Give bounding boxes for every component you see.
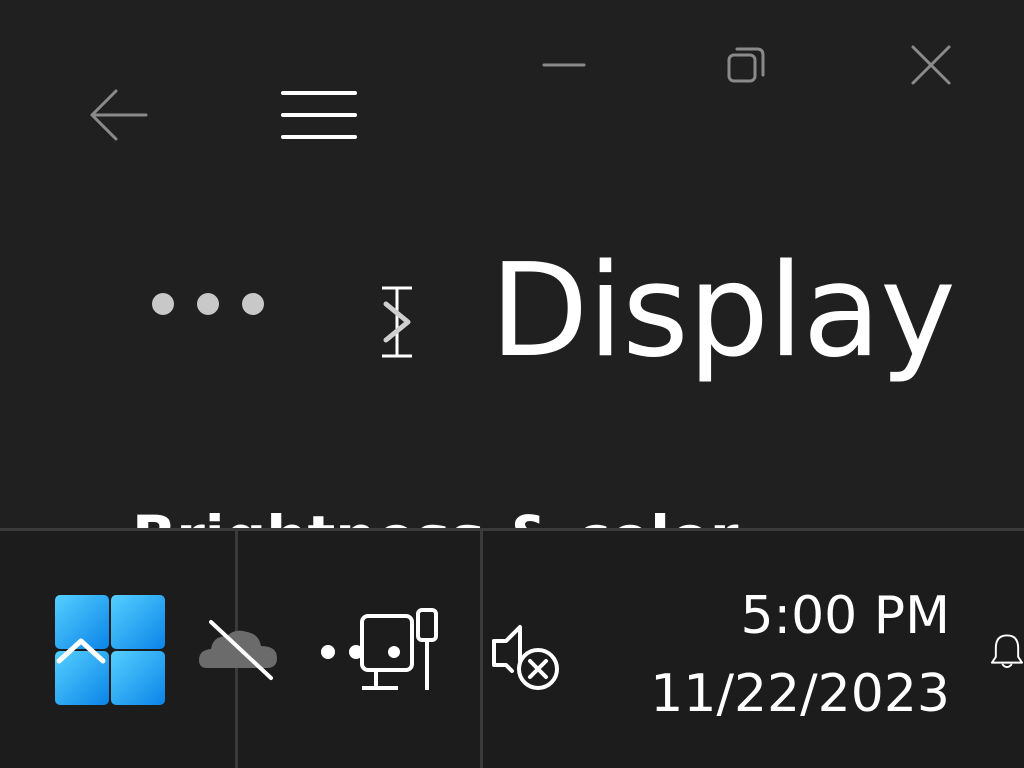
clock-time: 5:00 PM xyxy=(740,586,950,646)
start-button[interactable] xyxy=(46,587,174,713)
menu-button[interactable] xyxy=(274,70,364,160)
settings-window: Display Brightness & color xyxy=(0,0,1024,528)
network-tray-button[interactable] xyxy=(312,603,446,699)
restore-icon xyxy=(727,47,765,83)
text-cursor-icon xyxy=(382,286,412,358)
minimize-button[interactable] xyxy=(529,30,599,100)
volume-tray-button[interactable] xyxy=(486,615,566,695)
notifications-button[interactable] xyxy=(990,613,1024,689)
page-title: Display xyxy=(490,237,956,386)
onedrive-tray-button[interactable] xyxy=(194,613,286,685)
windows-start-icon xyxy=(55,595,165,705)
volume-muted-icon xyxy=(492,625,559,690)
clock-date: 11/22/2023 xyxy=(650,664,950,724)
close-icon xyxy=(911,45,951,85)
taskbar-clock[interactable]: 5:00 PM 11/22/2023 xyxy=(650,577,950,733)
notification-bell-icon xyxy=(990,634,1024,668)
more-options-button[interactable] xyxy=(138,272,278,336)
taskbar-divider xyxy=(480,531,483,768)
back-arrow-icon xyxy=(90,89,148,141)
section-heading: Brightness & color xyxy=(132,502,738,528)
hamburger-menu-icon xyxy=(281,91,357,139)
minimize-icon xyxy=(542,63,586,67)
more-options-icon xyxy=(152,293,264,315)
restore-button[interactable] xyxy=(712,30,782,100)
close-button[interactable] xyxy=(896,30,966,100)
onedrive-off-icon xyxy=(199,620,277,680)
back-button[interactable] xyxy=(74,70,164,160)
taskbar: 5:00 PM 11/22/2023 xyxy=(0,528,1024,768)
ethernet-network-icon xyxy=(321,608,438,690)
